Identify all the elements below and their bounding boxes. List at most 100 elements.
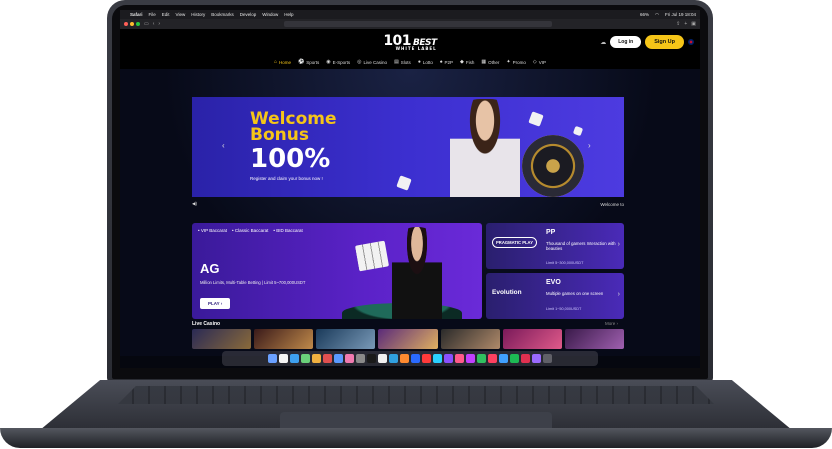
nav-item-vip[interactable]: ◇ VIP [533, 59, 546, 65]
chevron-right-icon: › [617, 241, 620, 248]
wifi-icon[interactable]: ◠ [655, 12, 659, 18]
dock-app-icon[interactable] [290, 354, 299, 363]
forward-icon[interactable]: › [158, 21, 160, 27]
dock-app-icon[interactable] [532, 354, 541, 363]
ag-tag-label: VIP Baccarat [200, 228, 228, 233]
nav-item-e-sports[interactable]: ◉ E-Sports [326, 59, 350, 65]
game-thumbnail[interactable] [254, 329, 314, 349]
game-thumbnail[interactable] [378, 329, 438, 349]
banner-next-icon[interactable]: › [588, 141, 591, 150]
dock-app-icon[interactable] [279, 354, 288, 363]
evo-provider-card[interactable]: Evolution EVO Multiple games on one scre… [486, 273, 624, 319]
dock-app-icon[interactable] [389, 354, 398, 363]
provider-limit: Limit 1~50,000USDT [546, 307, 582, 311]
dock-app-icon[interactable] [334, 354, 343, 363]
signup-button[interactable]: Sign Up [645, 35, 684, 49]
sidebar-toggle-icon[interactable]: ▭ [144, 21, 149, 27]
brand-logo[interactable]: 101 BEST WHITE LABEL [383, 33, 437, 51]
menu-history[interactable]: History [191, 12, 205, 17]
dock-app-icon[interactable] [510, 354, 519, 363]
menu-edit[interactable]: Edit [162, 12, 170, 17]
game-thumbnail[interactable] [316, 329, 376, 349]
nav-item-label: Sports [306, 59, 320, 65]
nav-item-live-casino[interactable]: ◎ Live Casino [357, 59, 387, 65]
dock-app-icon[interactable] [477, 354, 486, 363]
nav-item-slots[interactable]: ▤ Slots [394, 59, 411, 65]
game-thumbnail[interactable] [564, 329, 624, 349]
dock-app-icon[interactable] [312, 354, 321, 363]
nav-item-p2p[interactable]: ♠ P2P [440, 59, 453, 65]
dock-app-icon[interactable] [521, 354, 530, 363]
dock-app-icon[interactable] [356, 354, 365, 363]
evolution-logo: Evolution [492, 289, 522, 296]
live-casino-more-link[interactable]: More › [605, 321, 618, 326]
dock-app-icon[interactable] [488, 354, 497, 363]
dock-app-icon[interactable] [367, 354, 376, 363]
battery-percent[interactable]: 66% [640, 12, 649, 17]
dock-app-icon[interactable] [444, 354, 453, 363]
provider-name: EVO [546, 279, 561, 286]
address-bar[interactable] [284, 21, 553, 27]
dock-app-icon[interactable] [411, 354, 420, 363]
nav-item-label: Promo [512, 59, 526, 65]
dock-app-icon[interactable] [466, 354, 475, 363]
game-thumbnail[interactable] [440, 329, 500, 349]
game-thumbnail[interactable] [192, 329, 252, 349]
main-content: ‹ Welcome Bonus 100% Register and claim y… [120, 69, 700, 356]
ag-tag: • VIP Baccarat [198, 228, 228, 233]
ag-tag-label: BID Baccarat [276, 228, 303, 233]
dock-app-icon[interactable] [400, 354, 409, 363]
dock-app-icon[interactable] [543, 354, 552, 363]
menu-window[interactable]: Window [262, 12, 278, 17]
game-thumbnail[interactable] [502, 329, 562, 349]
tabs-overview-icon[interactable]: ▣ [691, 21, 696, 27]
nav-item-lotto[interactable]: ● Lotto [418, 59, 433, 65]
dock-app-icon[interactable] [422, 354, 431, 363]
ag-tag: • Classic Baccarat [232, 228, 269, 233]
menu-bookmarks[interactable]: Bookmarks [211, 12, 234, 17]
menubar-app-name[interactable]: Safari [130, 12, 143, 17]
back-icon[interactable]: ‹ [153, 21, 155, 27]
nav-item-label: VIP [538, 59, 546, 65]
banner-percent: 100% [250, 144, 331, 174]
download-app-icon[interactable]: ☁ [600, 39, 606, 46]
dock-app-icon[interactable] [378, 354, 387, 363]
dock-app-icon[interactable] [268, 354, 277, 363]
lotto-ball-icon: ● [417, 59, 421, 65]
dice-icon [396, 175, 412, 191]
nav-item-fish[interactable]: ◆ Fish [460, 59, 474, 65]
dock-app-icon[interactable] [499, 354, 508, 363]
nav-item-sports[interactable]: ⚽ Sports [298, 59, 319, 65]
ag-provider-card[interactable]: • VIP Baccarat • Classic Baccarat • BID … [192, 223, 482, 319]
banner-title: Welcome Bonus [250, 111, 337, 144]
share-icon[interactable]: ⇪ [676, 21, 680, 27]
zoom-window-button[interactable] [136, 22, 140, 26]
ag-play-button[interactable]: PLAY › [200, 298, 231, 309]
nav-item-other[interactable]: ▦ Other [481, 59, 499, 65]
dock-app-icon[interactable] [433, 354, 442, 363]
pp-provider-card[interactable]: PRAGMATIC PLAY PP Thousand of gamers Int… [486, 223, 624, 269]
dock-app-icon[interactable] [323, 354, 332, 363]
banner-prev-icon[interactable]: ‹ [222, 141, 225, 150]
diamond-icon: ◇ [532, 59, 537, 65]
fish-icon: ◆ [460, 59, 464, 65]
menu-develop[interactable]: Develop [240, 12, 257, 17]
welcome-bonus-banner[interactable]: ‹ Welcome Bonus 100% Register and claim y… [192, 97, 624, 197]
clock[interactable]: Fri Jul 19 18:04 [665, 12, 696, 17]
dock-app-icon[interactable] [455, 354, 464, 363]
dock-app-icon[interactable] [345, 354, 354, 363]
nav-item-promo[interactable]: ✦ Promo [506, 59, 525, 65]
speaker-icon[interactable]: ◀) [192, 201, 197, 207]
login-button[interactable]: Log in [610, 36, 642, 48]
minimize-window-button[interactable] [130, 22, 134, 26]
header-actions: ☁ Log in Sign Up [600, 35, 694, 49]
ag-tag: • BID Baccarat [273, 228, 303, 233]
menu-file[interactable]: File [149, 12, 156, 17]
dock-app-icon[interactable] [301, 354, 310, 363]
menu-help[interactable]: Help [284, 12, 293, 17]
nav-item-home[interactable]: ⌂ Home [274, 59, 291, 65]
language-flag-icon[interactable] [688, 39, 694, 45]
new-tab-icon[interactable]: + [684, 21, 687, 27]
close-window-button[interactable] [124, 22, 128, 26]
menu-view[interactable]: View [176, 12, 186, 17]
